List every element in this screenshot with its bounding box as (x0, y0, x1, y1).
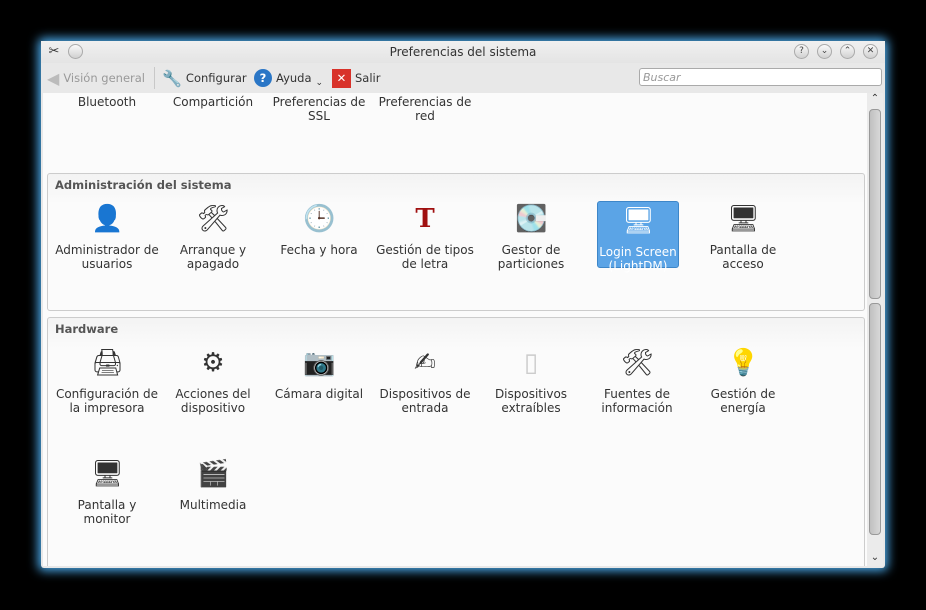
printer-icon: 🖨 (91, 348, 125, 378)
item-startup-shutdown[interactable]: 🛠 Arranque y apagado (161, 200, 265, 271)
item-removable-devices[interactable]: ▯ Dispositivos extraíbles (479, 344, 583, 415)
system-settings-window: ✂ Preferencias del sistema ? ⌄ ⌃ ✕ ◀ Visi… (41, 41, 885, 568)
help-button[interactable]: ? (794, 44, 809, 59)
scroll-up-icon[interactable]: ⌃ (867, 93, 883, 107)
item-date-time[interactable]: 🕒 Fecha y hora (267, 200, 371, 257)
title-bar: ✂ Preferencias del sistema ? ⌄ ⌃ ✕ (41, 41, 885, 63)
item-power-management[interactable]: 💡 Gestión de energía (691, 344, 795, 415)
clock-icon: 🕒 (303, 204, 336, 234)
item-printer-config[interactable]: 🖨 Configuración de la impresora (55, 344, 159, 415)
group-system-administration: Administración del sistema 👤 Administrado… (47, 173, 865, 311)
item-label: Acciones del dispositivo (175, 387, 251, 415)
search-input[interactable]: Buscar (639, 68, 882, 86)
item-login-screen[interactable]: 🖥 Pantalla de acceso (691, 200, 795, 271)
gear-icon: ⚙ (201, 348, 225, 378)
item-label: Gestor de particiones (497, 243, 565, 271)
scrollbar-track-upper[interactable] (869, 109, 881, 299)
maximize-button[interactable]: ⌃ (840, 44, 855, 59)
item-label: Arranque y apagado (179, 243, 247, 271)
item-partition-manager[interactable]: 💽 Gestor de particiones (479, 200, 583, 271)
item-sharing[interactable]: Compartición (161, 93, 265, 109)
group-hardware: Hardware 🖨 Configuración de la impresora … (47, 317, 865, 566)
item-information-sources[interactable]: 🛠 Fuentes de información (585, 344, 689, 415)
font-icon: T (415, 204, 435, 234)
tablet-icon: ✍ (414, 348, 436, 378)
item-label: Fuentes de información (601, 387, 673, 415)
item-label: Dispositivos de entrada (379, 387, 471, 415)
item-multimedia[interactable]: 🎬 Multimedia (161, 455, 265, 512)
back-button[interactable]: ◀ Visión general (47, 68, 145, 88)
scroll-down-icon[interactable]: ⌄ (867, 552, 883, 566)
lightbulb-icon: 💡 (727, 348, 760, 378)
configure-label: Configurar (185, 71, 247, 85)
quit-button[interactable]: ✕ Salir (332, 68, 380, 88)
item-device-actions[interactable]: ⚙ Acciones del dispositivo (161, 344, 265, 415)
item-label: Administrador de usuarios (55, 243, 159, 271)
quit-label: Salir (355, 71, 381, 85)
group-title: Hardware (55, 322, 119, 336)
help-label: Ayuda (276, 71, 312, 85)
wrench-icon: 🔧 (162, 68, 182, 88)
hard-disk-icon: 💽 (515, 204, 548, 234)
item-display-monitor[interactable]: 🖥 Pantalla y monitor (55, 455, 159, 526)
vertical-scrollbar[interactable]: ⌃ ⌄ (867, 93, 883, 566)
chevron-down-icon: ⌄ (315, 78, 324, 88)
user-icon: 👤 (91, 204, 124, 234)
item-label: Login Screen (LightDM) (599, 245, 677, 273)
item-label: Pantalla de acceso (709, 243, 777, 271)
close-button[interactable]: ✕ (863, 44, 878, 59)
item-login-screen-lightdm[interactable]: 🖥 Login Screen (LightDM) (597, 201, 679, 273)
scrollbar-thumb[interactable] (869, 303, 881, 535)
item-label: Configuración de la impresora (55, 387, 159, 415)
minimize-button[interactable]: ⌄ (817, 44, 832, 59)
monitor-icon: 🖥 (91, 459, 125, 489)
multimedia-icon: 🎬 (197, 459, 230, 489)
help-menu-button[interactable]: ? Ayuda ⌄ (254, 68, 323, 88)
item-ssl[interactable]: Preferencias de SSL (267, 93, 371, 123)
item-label: Pantalla y monitor (77, 498, 137, 526)
item-bluetooth[interactable]: Bluetooth (55, 93, 159, 109)
settings-content: Bluetooth Compartición Preferencias de S… (43, 93, 867, 566)
item-digital-camera[interactable]: 📷 Cámara digital (267, 344, 371, 401)
item-fonts[interactable]: T Gestión de tipos de letra (373, 200, 477, 271)
item-user-manager[interactable]: 👤 Administrador de usuarios (55, 200, 159, 271)
monitor-icon: 🖥 (622, 206, 656, 236)
tools-icon: 🛠 (197, 204, 231, 234)
back-label: Visión general (63, 71, 145, 85)
help-icon: ? (254, 69, 272, 87)
item-label: Dispositivos extraíbles (494, 387, 568, 415)
drive-icon: ▯ (523, 348, 539, 378)
window-title: Preferencias del sistema (389, 45, 537, 59)
separator (154, 67, 155, 89)
item-label: Cámara digital (274, 387, 364, 401)
monitor-icon: 🖥 (727, 204, 761, 234)
quit-icon: ✕ (332, 68, 351, 88)
configure-button[interactable]: 🔧 Configurar (162, 68, 247, 88)
group-title: Administración del sistema (55, 178, 232, 192)
arrow-left-icon: ◀ (47, 68, 60, 88)
camera-icon: 📷 (303, 348, 336, 378)
item-network[interactable]: Preferencias de red (373, 93, 477, 123)
item-label: Gestión de energía (710, 387, 776, 415)
item-label: Multimedia (179, 498, 247, 512)
item-input-devices[interactable]: ✍ Dispositivos de entrada (373, 344, 477, 415)
item-label: Fecha y hora (280, 243, 358, 257)
toolbar: ◀ Visión general 🔧 Configurar ? Ayuda ⌄ ✕ Sal… (41, 63, 885, 93)
tools-icon: 🛠 (621, 348, 655, 378)
item-label: Gestión de tipos de letra (376, 243, 474, 271)
